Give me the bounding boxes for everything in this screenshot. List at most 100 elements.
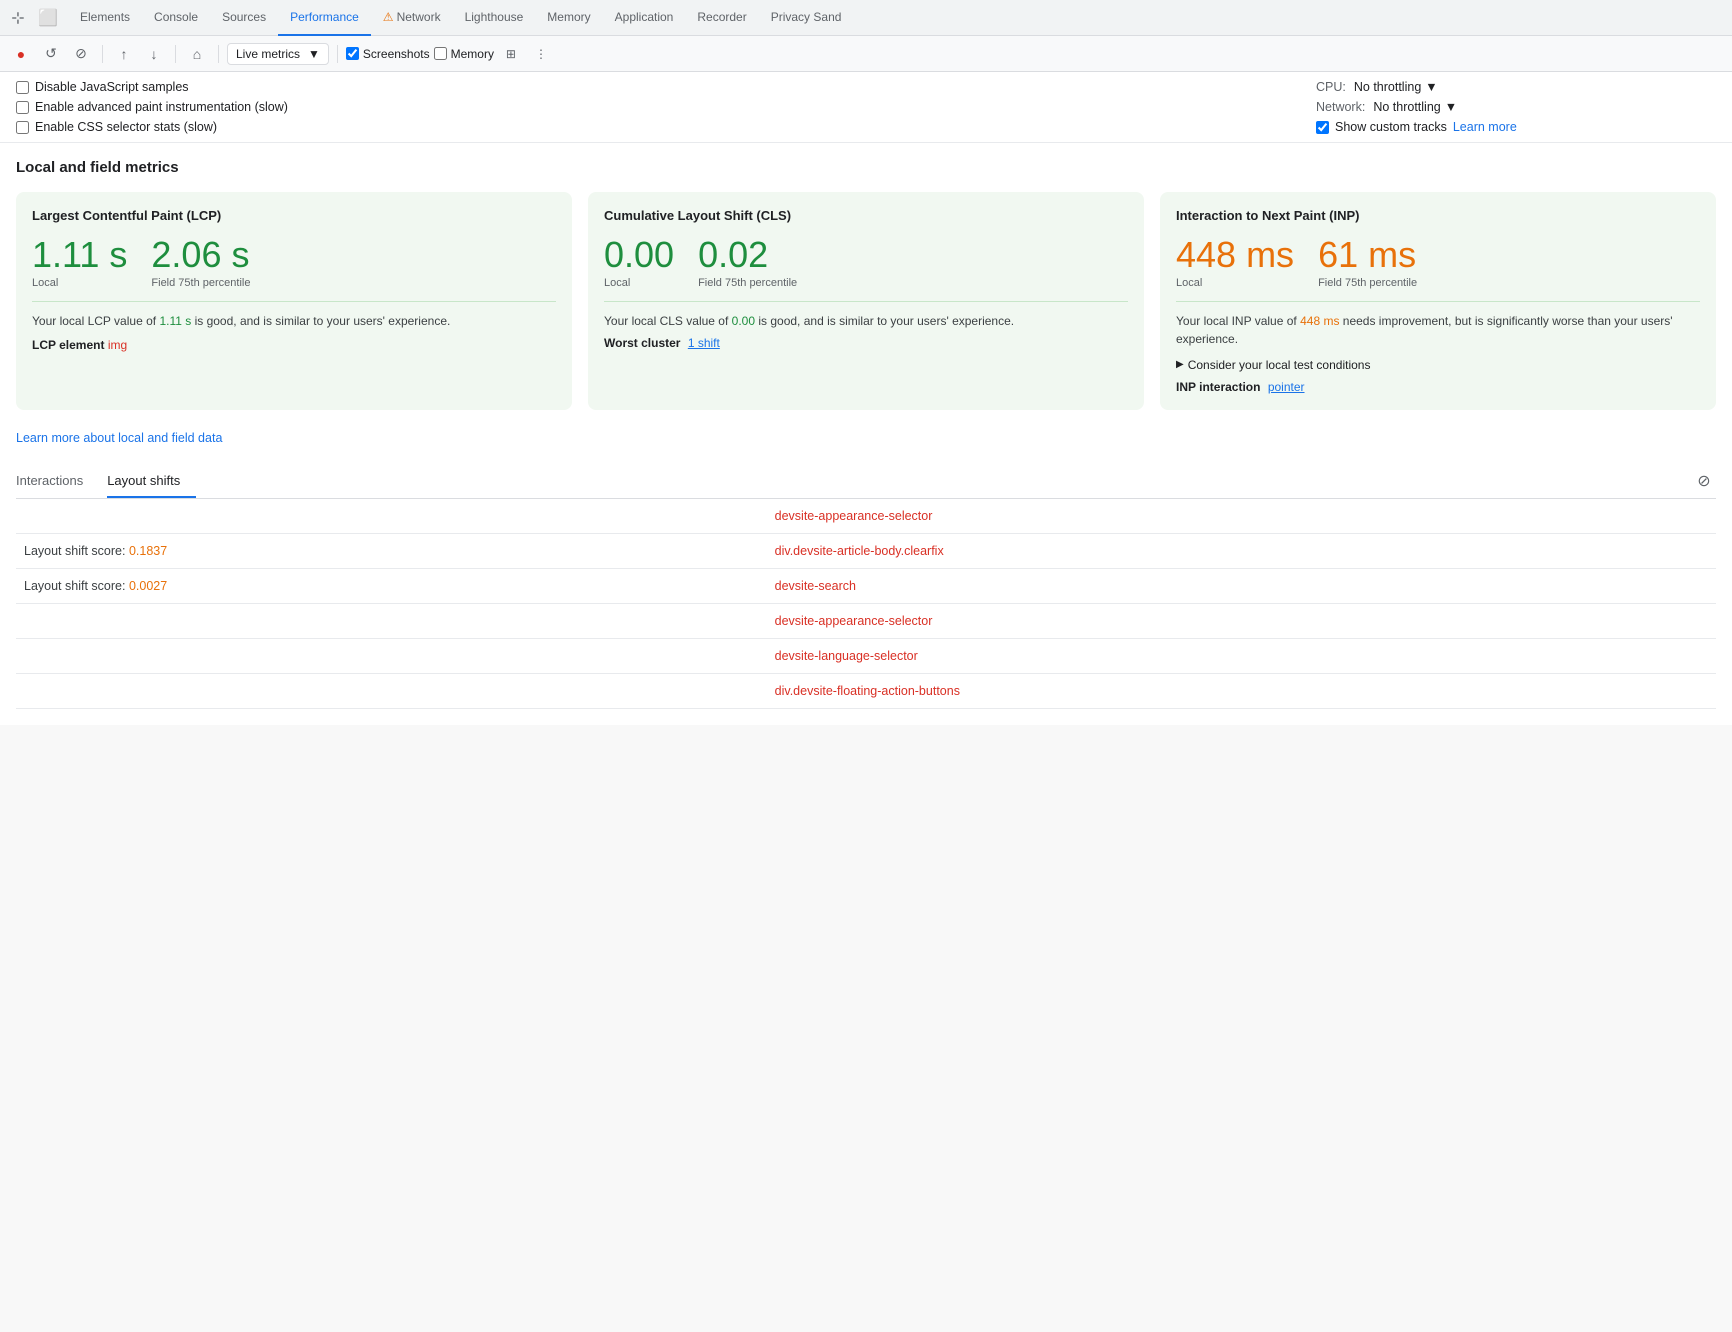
- lcp-title: Largest Contentful Paint (LCP): [32, 208, 556, 223]
- disable-js-setting[interactable]: Disable JavaScript samples: [16, 80, 1316, 94]
- cpu-chevron: ▼: [1425, 80, 1437, 94]
- disable-js-label: Disable JavaScript samples: [35, 80, 189, 94]
- record-button[interactable]: ●: [8, 41, 34, 67]
- refresh-button[interactable]: ↺: [38, 41, 64, 67]
- devtools-nav: ⊹ ⬜ Elements Console Sources Performance…: [0, 0, 1732, 36]
- triangle-icon: ▶: [1176, 359, 1184, 370]
- home-button[interactable]: ⌂: [184, 41, 210, 67]
- shift-selector-link-1[interactable]: devsite-appearance-selector: [775, 509, 933, 523]
- tab-recorder[interactable]: Recorder: [685, 0, 758, 36]
- clear-button[interactable]: ⊘: [1692, 469, 1716, 493]
- lcp-desc-prefix: Your local LCP value of: [32, 314, 156, 328]
- extra-settings-button[interactable]: ⊞: [498, 41, 524, 67]
- css-selector-setting[interactable]: Enable CSS selector stats (slow): [16, 120, 1316, 134]
- shift-selector-5: devsite-language-selector: [767, 638, 1716, 673]
- table-row: devsite-appearance-selector: [16, 603, 1716, 638]
- tab-elements[interactable]: Elements: [68, 0, 142, 36]
- live-metrics-label: Live metrics: [236, 47, 300, 61]
- lcp-field-group: 2.06 s Field 75th percentile: [151, 235, 250, 289]
- network-throttle-value: No throttling: [1373, 100, 1440, 114]
- shift-selector-4: devsite-appearance-selector: [767, 603, 1716, 638]
- shift-selector-3: devsite-search: [767, 568, 1716, 603]
- lcp-element-label: LCP element: [32, 338, 104, 352]
- tab-memory[interactable]: Memory: [535, 0, 602, 36]
- shift-score-empty-5: [16, 638, 767, 673]
- screenshots-checkbox-label[interactable]: Screenshots: [346, 47, 430, 61]
- cpu-throttle-select[interactable]: No throttling ▼: [1354, 80, 1438, 94]
- cls-field-label: Field 75th percentile: [698, 277, 797, 289]
- shift-selector-6: div.devsite-floating-action-buttons: [767, 673, 1716, 708]
- inp-desc-prefix: Your local INP value of: [1176, 314, 1297, 328]
- screenshots-checkbox[interactable]: [346, 47, 359, 60]
- inp-values: 448 ms Local 61 ms Field 75th percentile: [1176, 235, 1700, 289]
- live-metrics-chevron: ▼: [308, 47, 320, 61]
- cpu-label: CPU:: [1316, 80, 1346, 94]
- inp-desc-value: 448 ms: [1300, 314, 1343, 328]
- tab-performance[interactable]: Performance: [278, 0, 371, 36]
- inp-card: Interaction to Next Paint (INP) 448 ms L…: [1160, 192, 1716, 410]
- cls-desc-suffix: is good, and is similar to your users' e…: [758, 314, 1014, 328]
- advanced-paint-setting[interactable]: Enable advanced paint instrumentation (s…: [16, 100, 1316, 114]
- inp-divider: [1176, 301, 1700, 302]
- tab-interactions[interactable]: Interactions: [16, 465, 99, 498]
- memory-label: Memory: [451, 47, 494, 61]
- device-icon[interactable]: ⬜: [34, 4, 62, 32]
- lcp-field-label: Field 75th percentile: [151, 277, 250, 289]
- lcp-description: Your local LCP value of 1.11 s is good, …: [32, 312, 556, 330]
- download-button[interactable]: ↓: [141, 41, 167, 67]
- network-chevron: ▼: [1445, 100, 1457, 114]
- tabs-row: Interactions Layout shifts ⊘: [16, 465, 1716, 499]
- cls-local-group: 0.00 Local: [604, 235, 674, 289]
- advanced-paint-checkbox[interactable]: [16, 101, 29, 114]
- lcp-divider: [32, 301, 556, 302]
- inp-consider-row: ▶ Consider your local test conditions: [1176, 358, 1700, 372]
- cls-worst-value[interactable]: 1 shift: [688, 336, 720, 350]
- shift-score-empty-6: [16, 673, 767, 708]
- inp-local-value: 448 ms: [1176, 235, 1294, 275]
- main-content: Local and field metrics Largest Contentf…: [0, 143, 1732, 725]
- inp-consider-label: Consider your local test conditions: [1188, 358, 1371, 372]
- nav-icons: ⊹ ⬜: [4, 4, 62, 32]
- shift-selector-link-5[interactable]: devsite-language-selector: [775, 649, 918, 663]
- memory-checkbox[interactable]: [434, 47, 447, 60]
- table-row: devsite-language-selector: [16, 638, 1716, 673]
- upload-button[interactable]: ↑: [111, 41, 137, 67]
- live-metrics-select[interactable]: Live metrics ▼: [227, 43, 329, 65]
- network-throttle-select[interactable]: No throttling ▼: [1373, 100, 1457, 114]
- shift-selector-link-2[interactable]: div.devsite-article-body.clearfix: [775, 544, 944, 558]
- advanced-paint-label: Enable advanced paint instrumentation (s…: [35, 100, 288, 114]
- cls-field-group: 0.02 Field 75th percentile: [698, 235, 797, 289]
- stop-button[interactable]: ⊘: [68, 41, 94, 67]
- show-custom-row: Show custom tracks Learn more: [1316, 120, 1517, 134]
- tab-lighthouse[interactable]: Lighthouse: [453, 0, 536, 36]
- shift-selector-link-3[interactable]: devsite-search: [775, 579, 856, 593]
- cpu-throttle-value: No throttling: [1354, 80, 1421, 94]
- memory-checkbox-label[interactable]: Memory: [434, 47, 494, 61]
- table-row: Layout shift score: 0.1837 div.devsite-a…: [16, 533, 1716, 568]
- tab-sources[interactable]: Sources: [210, 0, 278, 36]
- cls-desc-value: 0.00: [732, 314, 759, 328]
- tab-application[interactable]: Application: [603, 0, 686, 36]
- inp-interaction-value[interactable]: pointer: [1268, 380, 1305, 394]
- cls-local-label: Local: [604, 277, 674, 289]
- tab-layout-shifts[interactable]: Layout shifts: [107, 465, 196, 498]
- learn-more-field-link[interactable]: Learn more about local and field data: [16, 431, 222, 445]
- disable-js-checkbox[interactable]: [16, 81, 29, 94]
- shift-selector-2: div.devsite-article-body.clearfix: [767, 533, 1716, 568]
- cls-field-value: 0.02: [698, 235, 797, 275]
- show-custom-checkbox[interactable]: [1316, 121, 1329, 134]
- shift-selector-link-4[interactable]: devsite-appearance-selector: [775, 614, 933, 628]
- inp-field-label: Field 75th percentile: [1318, 277, 1417, 289]
- css-selector-checkbox[interactable]: [16, 121, 29, 134]
- pointer-icon[interactable]: ⊹: [4, 4, 32, 32]
- tab-privacy-sand[interactable]: Privacy Sand: [759, 0, 854, 36]
- cls-desc-prefix: Your local CLS value of: [604, 314, 728, 328]
- shift-selector-link-6[interactable]: div.devsite-floating-action-buttons: [775, 684, 960, 698]
- more-settings-button[interactable]: ⋮: [528, 41, 554, 67]
- cls-local-value: 0.00: [604, 235, 674, 275]
- inp-local-label: Local: [1176, 277, 1294, 289]
- shift-score-empty-4: [16, 603, 767, 638]
- learn-more-link-settings[interactable]: Learn more: [1453, 120, 1517, 134]
- tab-console[interactable]: Console: [142, 0, 210, 36]
- tab-network[interactable]: ⚠Network: [371, 0, 453, 36]
